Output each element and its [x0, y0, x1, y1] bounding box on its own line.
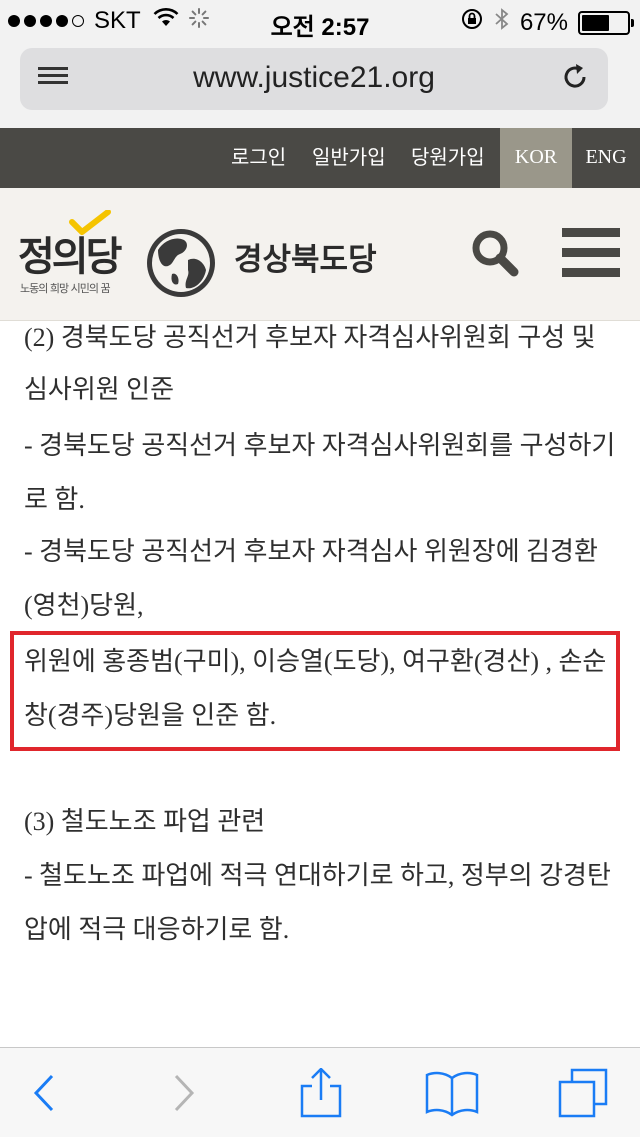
site-header: 정의당 노동의 희망 시민의 꿈 경상북도당 — [0, 188, 640, 321]
content-line: - 철도노조 파업에 적극 연대하기로 하고, 정부의 강경탄 — [24, 861, 611, 890]
battery-icon — [578, 10, 634, 35]
general-signup-link[interactable]: 일반가입 — [312, 128, 386, 188]
battery-level — [582, 14, 609, 31]
globe-icon — [144, 226, 218, 300]
language-kor-button[interactable]: KOR — [500, 128, 572, 188]
search-icon[interactable] — [470, 228, 520, 278]
status-bar: SKT 오전 2:57 67% — [0, 0, 640, 41]
content-line: (영천)당원, — [24, 591, 144, 620]
forward-arrow-icon[interactable] — [160, 1068, 210, 1118]
language-eng-button[interactable]: ENG — [572, 128, 640, 188]
site-top-nav: 로그인 일반가입 당원가입 KOR ENG — [0, 128, 640, 188]
content-line: (2) 경북도당 공직선거 후보자 자격심사위원회 구성 및 — [24, 323, 596, 352]
browser-toolbar — [0, 1047, 640, 1137]
url-text[interactable]: www.justice21.org — [20, 61, 608, 95]
share-icon[interactable] — [296, 1067, 346, 1118]
browser-address-area: www.justice21.org — [0, 40, 640, 129]
member-signup-link[interactable]: 당원가입 — [411, 128, 485, 188]
logo-text: 정의당 — [18, 234, 122, 280]
content-line: - 경북도당 공직선거 후보자 자격심사위원회를 구성하기 — [24, 431, 616, 460]
back-arrow-icon[interactable] — [22, 1068, 72, 1118]
tabs-icon[interactable] — [558, 1068, 608, 1118]
content-line: - 경북도당 공직선거 후보자 자격심사 위원장에 김경환 — [24, 537, 598, 566]
rotation-lock-icon — [460, 7, 484, 38]
region-name: 경상북도당 — [234, 242, 377, 278]
content-line: 로 함. — [24, 485, 85, 514]
content-line: 압에 적극 대응하기로 함. — [24, 915, 290, 944]
battery-percent: 67% — [519, 8, 568, 36]
logo-slogan: 노동의 희망 시민의 꿈 — [20, 282, 111, 295]
party-logo[interactable]: 정의당 노동의 희망 시민의 꿈 — [18, 210, 128, 300]
content-line: 심사위원 인준 — [24, 375, 175, 404]
article-content: (2) 경북도당 공직선거 후보자 자격심사위원회 구성 및 심사위원 인준 -… — [0, 321, 640, 1047]
address-bar[interactable]: www.justice21.org — [20, 48, 608, 110]
bluetooth-icon — [494, 7, 510, 38]
login-link[interactable]: 로그인 — [231, 128, 286, 188]
content-line: 창(경주)당원을 인준 함. — [24, 701, 277, 730]
bookmarks-icon[interactable] — [424, 1068, 480, 1118]
reload-icon[interactable] — [560, 62, 590, 92]
content-line: (3) 철도노조 파업 관련 — [24, 807, 266, 836]
content-line: 위원에 홍종범(구미), 이승열(도당), 여구환(경산) , 손순 — [24, 647, 607, 676]
status-right: 67% — [450, 7, 634, 38]
hamburger-menu-icon[interactable] — [562, 228, 620, 278]
